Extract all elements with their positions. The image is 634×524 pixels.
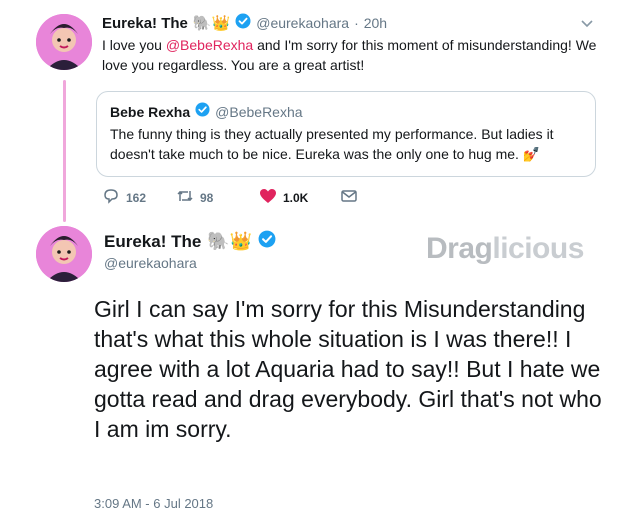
message-icon — [340, 188, 358, 207]
heart-icon — [259, 188, 277, 207]
quoted-display-name: Bebe Rexha — [110, 104, 191, 120]
reply-tweet-header: Eureka! The 🐘👑 @eurekaohara · 20h — [102, 12, 582, 34]
handle[interactable]: @eurekaohara — [256, 15, 349, 31]
like-count: 1.0K — [283, 190, 309, 205]
message-action[interactable] — [340, 188, 358, 207]
emoji: 🐘👑 — [207, 231, 253, 251]
reply-action[interactable]: 162 — [102, 188, 146, 207]
reply-icon — [102, 188, 120, 207]
timestamp[interactable]: 3:09 AM - 6 Jul 2018 — [94, 496, 213, 511]
watermark: Draglicious — [426, 232, 584, 266]
retweet-action[interactable]: 98 — [176, 188, 213, 207]
watermark-part2: licious — [492, 232, 584, 265]
verified-badge-icon — [195, 102, 210, 122]
reply-tweet-text: I love you @BebeRexha and I'm sorry for … — [102, 35, 602, 75]
quoted-tweet[interactable]: Bebe Rexha @BebeRexha The funny thing is… — [96, 91, 596, 177]
tweet-time[interactable]: 20h — [364, 15, 387, 31]
display-name[interactable]: Eureka! The — [102, 15, 188, 32]
chevron-down-icon[interactable] — [580, 16, 594, 30]
quoted-tweet-header: Bebe Rexha @BebeRexha — [110, 102, 303, 122]
thread-line — [63, 80, 66, 222]
main-tweet-text: Girl I can say I'm sorry for this Misund… — [94, 296, 602, 442]
like-action[interactable]: 1.0K — [259, 188, 308, 207]
display-name[interactable]: Eureka! The — [104, 232, 201, 252]
avatar[interactable] — [36, 226, 92, 282]
main-tweet-header: Eureka! The 🐘👑 — [104, 230, 276, 253]
retweet-count: 98 — [200, 190, 214, 205]
handle[interactable]: @eurekaohara — [104, 255, 197, 271]
retweet-icon — [176, 188, 194, 207]
emoji: 🐘👑 — [192, 15, 231, 32]
quoted-tweet-text: The funny thing is they actually present… — [110, 126, 554, 162]
reply-text-before: I love you — [102, 37, 166, 53]
watermark-part1: Drag — [426, 232, 493, 265]
reply-count: 162 — [126, 190, 147, 205]
mention-link[interactable]: @BebeRexha — [166, 37, 253, 53]
verified-badge-icon — [258, 230, 276, 253]
avatar[interactable] — [36, 14, 92, 70]
verified-badge-icon — [235, 13, 251, 34]
quoted-handle: @BebeRexha — [215, 104, 303, 120]
separator: · — [354, 15, 359, 31]
